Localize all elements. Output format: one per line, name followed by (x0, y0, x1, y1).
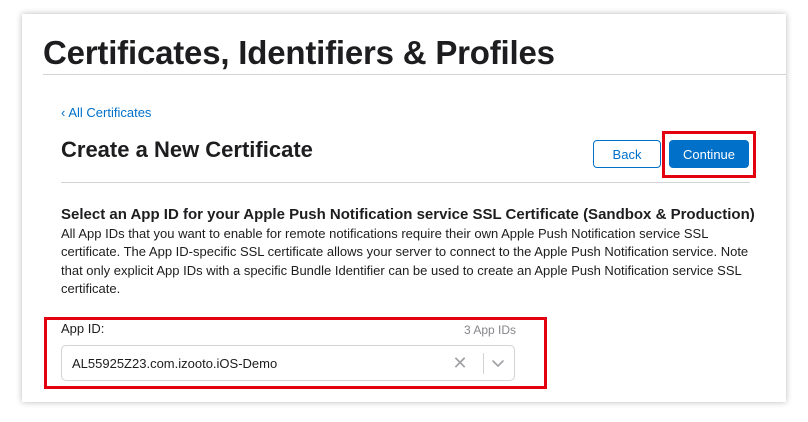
description-body: All App IDs that you want to enable for … (61, 226, 749, 297)
app-id-select[interactable]: AL55925Z23.com.izooto.iOS-Demo ✕ (61, 345, 515, 381)
app-id-selected-value: AL55925Z23.com.izooto.iOS-Demo (72, 356, 278, 371)
title-divider (43, 74, 786, 75)
back-button[interactable]: Back (593, 140, 661, 168)
clear-icon[interactable]: ✕ (452, 352, 468, 374)
section-title: Create a New Certificate (61, 137, 313, 162)
breadcrumb-all-certificates[interactable]: ‹ All Certificates (61, 105, 151, 120)
select-separator (483, 353, 484, 374)
continue-button[interactable]: Continue (669, 140, 749, 168)
app-id-count: 3 App IDs (463, 323, 516, 337)
chevron-left-icon: ‹ (61, 105, 66, 120)
description-title: Select an App ID for your Apple Push Not… (61, 206, 755, 223)
page-title: Certificates, Identifiers & Profiles (43, 34, 555, 71)
breadcrumb-label: All Certificates (68, 105, 152, 120)
app-id-label: App ID: (61, 321, 105, 336)
header-divider (61, 182, 750, 183)
chevron-down-icon[interactable] (490, 355, 506, 371)
